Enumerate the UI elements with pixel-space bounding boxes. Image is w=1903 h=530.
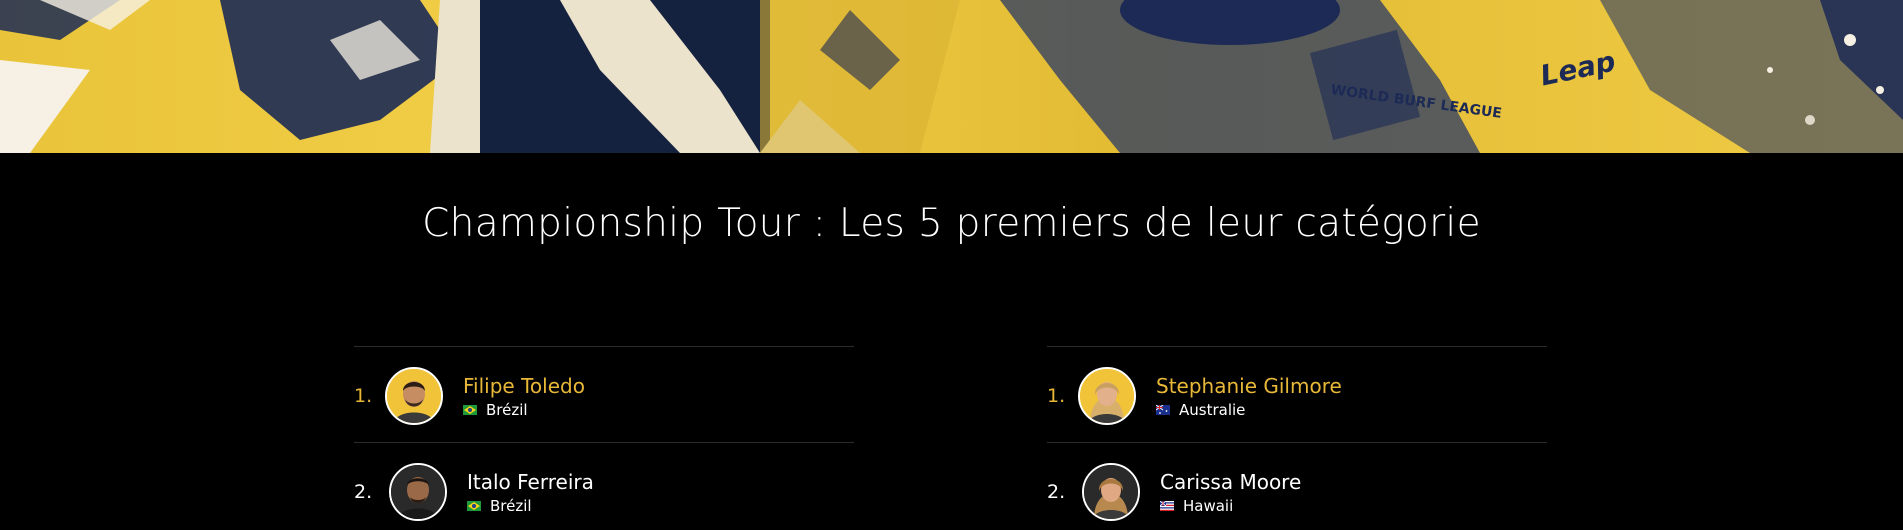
surfer-country: Brézil <box>463 401 528 419</box>
ranking-women: 1. Stephanie Gilmore Australie 2. Cariss… <box>1047 346 1547 530</box>
brazil-flag-icon <box>467 500 481 511</box>
country-label: Brézil <box>490 497 532 515</box>
surfer-avatar[interactable] <box>1078 367 1136 425</box>
surfer-portrait-icon <box>1080 369 1134 423</box>
rank-number: 1. <box>354 385 373 407</box>
surfer-name[interactable]: Filipe Toledo <box>463 374 585 398</box>
rank-number: 2. <box>354 481 373 503</box>
surfer-country: Australie <box>1156 401 1245 419</box>
surfer-portrait-icon <box>387 369 441 423</box>
ranking-row[interactable]: 2. Italo Ferreira Brézil <box>354 442 854 530</box>
surfer-name[interactable]: Stephanie Gilmore <box>1156 374 1342 398</box>
surfer-avatar[interactable] <box>1082 463 1140 521</box>
australia-flag-icon <box>1156 404 1170 415</box>
rank-number: 1. <box>1047 385 1066 407</box>
ranking-row[interactable]: 1. Stephanie Gilmore Australie <box>1047 346 1547 442</box>
surfer-avatar[interactable] <box>385 367 443 425</box>
hawaii-flag-icon <box>1160 500 1174 511</box>
ranking-row[interactable]: 2. Carissa Moore Hawaii <box>1047 442 1547 530</box>
country-label: Hawaii <box>1183 497 1234 515</box>
surfer-name[interactable]: Carissa Moore <box>1160 470 1301 494</box>
country-label: Brézil <box>486 401 528 419</box>
ranking-row[interactable]: 1. Filipe Toledo Brézil <box>354 346 854 442</box>
rank-number: 2. <box>1047 481 1066 503</box>
surfer-portrait-icon <box>1084 465 1138 519</box>
surfer-avatar[interactable] <box>389 463 447 521</box>
section-title: Championship Tour : Les 5 premiers de le… <box>422 201 1481 246</box>
country-label: Australie <box>1179 401 1246 419</box>
surfer-country: Brézil <box>467 497 532 515</box>
hero-banner: WORLD BURF LEAGUE Leap <box>0 0 1903 153</box>
surfer-portrait-icon <box>391 465 445 519</box>
brazil-flag-icon <box>463 404 477 415</box>
surfer-name[interactable]: Italo Ferreira <box>467 470 594 494</box>
surfer-country: Hawaii <box>1160 497 1233 515</box>
ranking-men: 1. Filipe Toledo Brézil 2. Italo Ferreir… <box>354 346 854 530</box>
